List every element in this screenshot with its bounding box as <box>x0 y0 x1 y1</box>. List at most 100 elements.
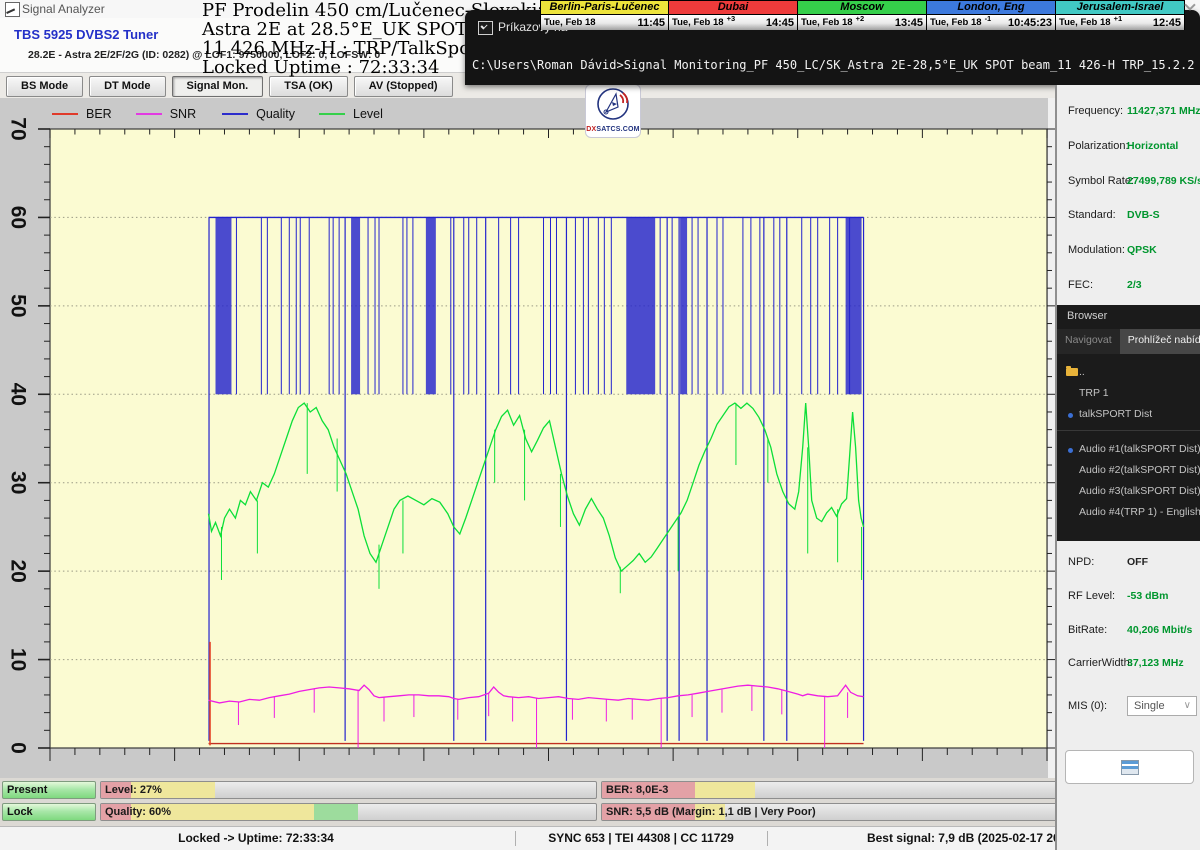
browser-tab-navigovat[interactable]: Navigovat <box>1057 329 1120 354</box>
clock-time: 10:45:23 <box>1008 17 1052 29</box>
tuner-info-panel: Frequency:11427,371 MHzPolarization:Hori… <box>1055 85 1200 850</box>
clock-time-row: Tue, Feb 18+112:45 <box>1056 15 1184 30</box>
svg-text:40: 40 <box>7 383 30 406</box>
snr-bar: SNR: 5,5 dB (Margin: 1,1 dB | Very Poor) <box>601 803 1095 821</box>
clock-city: Jerusalem-Israel <box>1056 1 1184 15</box>
clock-city: Moscow <box>798 1 926 15</box>
bar-segment <box>695 782 754 798</box>
present-indicator: Present <box>2 781 96 799</box>
row-value: 37,123 MHz <box>1127 657 1184 669</box>
row-label: Modulation: <box>1068 244 1125 256</box>
mode-button-signal-mon-[interactable]: Signal Mon. <box>172 76 264 97</box>
mode-button-dt-mode[interactable]: DT Mode <box>89 76 165 97</box>
command-prompt-icon <box>478 21 493 35</box>
ber-bar-label: BER: 8,0E-3 <box>606 784 668 796</box>
clock-time-row: Tue, Feb 18+314:45 <box>669 15 797 30</box>
svg-text:0: 0 <box>7 742 30 754</box>
row-value: Horizontal <box>1127 140 1178 152</box>
chart-legend: BERSNRQualityLevel <box>0 104 383 124</box>
service-dot-icon <box>1068 413 1073 418</box>
dxsatcs-logo: DXSATCS.COM <box>585 84 641 138</box>
lock-indicator: Lock <box>2 803 96 821</box>
legend-item-ber: BER <box>52 107 112 121</box>
browser-audio-item[interactable]: Audio #1(talkSPORT Dist) - AAC <box>1057 440 1200 460</box>
legend-label: Quality <box>256 107 295 121</box>
clock-time: 12:45 <box>1153 17 1181 29</box>
browser-item-label: Audio #1(talkSPORT Dist) - AAC <box>1079 443 1200 455</box>
statusbar-sync-counters: SYNC 653 | TEI 44308 | CC 11729 <box>516 831 766 845</box>
clock-dubai: DubaiTue, Feb 18+314:45 <box>669 0 798 30</box>
svg-text:60: 60 <box>7 206 30 229</box>
quality-bar: Quality: 60% <box>100 803 597 821</box>
legend-item-level: Level <box>319 107 383 121</box>
legend-label: BER <box>86 107 112 121</box>
svg-text:10: 10 <box>7 648 30 671</box>
browser-tab-prohl-e-nab-dky[interactable]: Prohlížeč nabídky <box>1120 329 1200 354</box>
legend-swatch <box>222 113 248 115</box>
command-line[interactable]: C:\Users\Roman Dávid>Signal Monitoring_P… <box>472 58 1194 72</box>
row-label: Frequency: <box>1068 105 1123 117</box>
clock-time: 14:45 <box>766 17 794 29</box>
mode-button-av-stopped-[interactable]: AV (Stopped) <box>354 76 453 97</box>
row-label: NPD: <box>1068 556 1094 568</box>
browser-item-label: talkSPORT Dist <box>1079 408 1152 420</box>
mis-value: Single <box>1134 700 1165 712</box>
bar-segment <box>314 804 359 820</box>
browser-item[interactable]: talkSPORT Dist <box>1057 405 1200 425</box>
clock-day: Tue, Feb 18 <box>801 17 853 28</box>
row-value: 27499,789 KS/s <box>1127 175 1200 187</box>
browser-item[interactable]: TRP 1 <box>1057 384 1200 404</box>
clock-time: 13:45 <box>895 17 923 29</box>
quality-bar-label: Quality: 60% <box>105 806 171 818</box>
clock-time-row: Tue, Feb 18+2 13:45 <box>798 15 926 30</box>
folder-icon <box>1066 368 1078 376</box>
mode-button-tsa-ok-[interactable]: TSA (OK) <box>269 76 347 97</box>
browser-audio-item[interactable]: Audio #2(talkSPORT Dist) - AAC <box>1057 461 1200 481</box>
svg-text:20: 20 <box>7 559 30 582</box>
clock-city: Berlin-Paris-Lučenec <box>541 1 668 15</box>
mis-label: MIS (0): <box>1068 700 1107 712</box>
chevron-down-icon[interactable] <box>1186 1 1195 10</box>
clock-time-row: Tue, Feb 1811:45 <box>541 15 668 30</box>
browser-item-label: TRP 1 <box>1079 387 1109 399</box>
browser-audio-item[interactable]: Audio #3(talkSPORT Dist) - AAC <box>1057 482 1200 502</box>
panel-action-button[interactable] <box>1065 750 1194 784</box>
browser-item-label: .. <box>1079 366 1085 378</box>
level-bar-label: Level: 27% <box>105 784 162 796</box>
mode-button-bs-mode[interactable]: BS Mode <box>6 76 83 97</box>
satellite-dish-icon <box>593 85 633 123</box>
chevron-down-icon: ∨ <box>1184 697 1191 715</box>
clock-london-eng: London, EngTue, Feb 18-110:45:23 <box>927 0 1056 30</box>
row-value: DVB-S <box>1127 209 1160 221</box>
browser-audio-item[interactable]: Audio #4(TRP 1) - English, AAC( <box>1057 503 1200 523</box>
clock-utc-offset: +1 <box>1114 14 1123 23</box>
row-label: BitRate: <box>1068 624 1107 636</box>
level-bar: Level: 27% <box>100 781 597 799</box>
row-label: CarrierWidth: <box>1068 657 1133 669</box>
service-dot-icon <box>1068 448 1073 453</box>
row-label: Symbol Rate: <box>1068 175 1134 187</box>
row-label: FEC: <box>1068 279 1093 291</box>
app-title: Signal Analyzer <box>22 2 105 16</box>
ber-bar: BER: 8,0E-3 <box>601 781 1095 799</box>
mis-dropdown[interactable]: Single ∨ <box>1127 696 1197 716</box>
browser-item[interactable]: .. <box>1057 363 1200 383</box>
row-value: -53 dBm <box>1127 590 1168 602</box>
legend-swatch <box>136 113 162 115</box>
browser-item-label: Audio #4(TRP 1) - English, AAC( <box>1079 506 1200 518</box>
clock-city: London, Eng <box>927 1 1055 15</box>
logo-text: DXSATCS.COM <box>586 126 640 133</box>
clock-time-row: Tue, Feb 18-110:45:23 <box>927 15 1055 30</box>
row-label: Standard: <box>1068 209 1116 221</box>
row-value: OFF <box>1127 556 1148 568</box>
row-value: QPSK <box>1127 244 1157 256</box>
clock-utc-offset: +3 <box>727 14 736 23</box>
app-icon <box>5 2 20 17</box>
clock-utc-offset: +2 <box>856 14 865 23</box>
divider <box>1057 430 1200 431</box>
row-value: 2/3 <box>1127 279 1142 291</box>
signal-chart: 010203040506070 <box>0 98 1055 778</box>
legend-label: Level <box>353 107 383 121</box>
clock-utc-offset: -1 <box>985 14 992 23</box>
legend-item-quality: Quality <box>222 107 295 121</box>
